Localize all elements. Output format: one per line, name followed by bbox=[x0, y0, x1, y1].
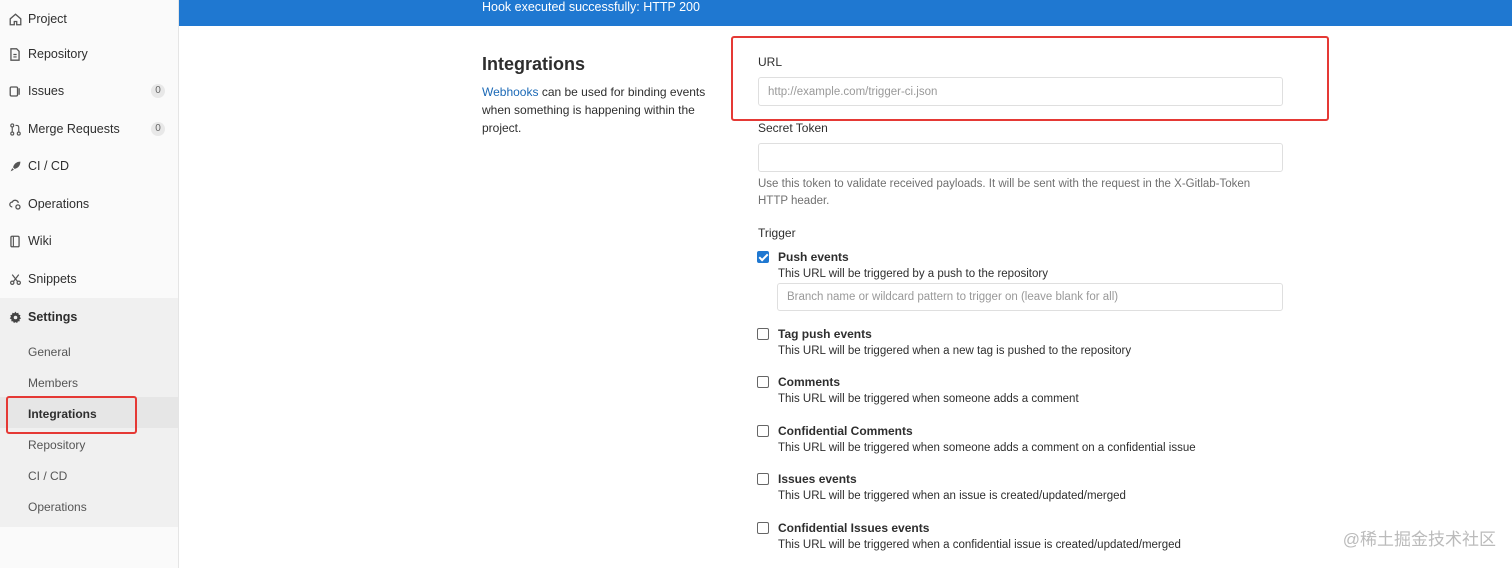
flash-message: Hook executed successfully: HTTP 200 bbox=[482, 0, 700, 14]
page-description: Webhooks can be used for binding events … bbox=[482, 83, 732, 137]
tag-push-events-checkbox[interactable] bbox=[757, 328, 769, 340]
settings-sub-ci-cd[interactable]: CI / CD bbox=[28, 466, 67, 486]
secret-token-help: Use this token to validate received payl… bbox=[758, 178, 1251, 207]
confidential-issues-events-checkbox[interactable] bbox=[757, 522, 769, 534]
sidebar-item-repository[interactable]: Repository bbox=[0, 35, 178, 73]
trigger-title: Confidential Issues events bbox=[778, 521, 930, 535]
file-icon bbox=[8, 47, 22, 61]
integrations-highlight-annotation bbox=[6, 396, 137, 434]
trigger-title: Push events bbox=[778, 250, 849, 264]
settings-sub-general[interactable]: General bbox=[28, 342, 71, 362]
trigger-desc: This URL will be triggered when an issue… bbox=[778, 490, 1126, 502]
flash-success-banner: Hook executed successfully: HTTP 200 bbox=[179, 0, 1512, 26]
book-icon bbox=[8, 234, 22, 248]
page-title: Integrations bbox=[482, 54, 586, 74]
webhooks-link[interactable]: Webhooks bbox=[482, 85, 538, 99]
sidebar-item-label: CI / CD bbox=[28, 159, 69, 173]
trigger-desc: This URL will be triggered when a confid… bbox=[778, 539, 1181, 551]
confidential-comments-checkbox[interactable] bbox=[757, 425, 769, 437]
home-icon bbox=[8, 12, 22, 26]
sidebar-item-label: Project bbox=[28, 12, 67, 26]
url-input[interactable] bbox=[758, 77, 1283, 106]
url-label: URL bbox=[758, 55, 783, 69]
branch-filter-input[interactable] bbox=[777, 283, 1283, 311]
sidebar-item-label: Merge Requests bbox=[28, 122, 120, 136]
sidebar-item-operations[interactable]: Operations bbox=[0, 185, 178, 223]
secret-token-label: Secret Token bbox=[758, 121, 828, 135]
sidebar-item-settings[interactable]: Settings bbox=[0, 298, 178, 336]
trigger-desc: This URL will be triggered when someone … bbox=[778, 442, 1196, 454]
push-events-checkbox[interactable] bbox=[757, 251, 769, 263]
trigger-desc: This URL will be triggered when a new ta… bbox=[778, 345, 1132, 357]
sidebar-item-snippets[interactable]: Snippets bbox=[0, 260, 178, 298]
sidebar-item-label: Settings bbox=[28, 310, 78, 324]
trigger-desc: This URL will be triggered by a push to … bbox=[778, 268, 1048, 280]
sidebar-item-label: Operations bbox=[28, 197, 90, 211]
sidebar-item-ci-cd[interactable]: CI / CD bbox=[0, 147, 178, 185]
issues-icon bbox=[8, 84, 22, 98]
scissors-icon bbox=[8, 272, 22, 286]
issues-count-badge: 0 bbox=[151, 84, 165, 98]
settings-sub-repository[interactable]: Repository bbox=[28, 435, 85, 455]
watermark: @稀土掘金技术社区 bbox=[1342, 530, 1496, 549]
gear-icon bbox=[8, 310, 22, 324]
cloud-gear-icon bbox=[8, 197, 22, 211]
settings-sub-members[interactable]: Members bbox=[28, 373, 78, 393]
trigger-desc: This URL will be triggered when someone … bbox=[778, 393, 1079, 405]
trigger-title: Tag push events bbox=[778, 327, 872, 341]
issues-events-checkbox[interactable] bbox=[757, 473, 769, 485]
secret-token-input[interactable] bbox=[758, 143, 1283, 172]
trigger-label: Trigger bbox=[758, 226, 796, 240]
merge-request-icon bbox=[8, 122, 22, 136]
trigger-title: Confidential Comments bbox=[778, 424, 913, 438]
sidebar-item-merge-requests[interactable]: Merge Requests 0 bbox=[0, 110, 178, 148]
trigger-title: Comments bbox=[778, 375, 841, 389]
sidebar-item-label: Issues bbox=[28, 84, 65, 98]
sidebar-item-label: Repository bbox=[28, 47, 88, 61]
sidebar-item-label: Wiki bbox=[28, 234, 52, 248]
sidebar-item-issues[interactable]: Issues 0 bbox=[0, 72, 178, 110]
sidebar: Project Repository Issues 0 Merge Reques… bbox=[0, 0, 179, 568]
comments-checkbox[interactable] bbox=[757, 376, 769, 388]
settings-sub-operations[interactable]: Operations bbox=[28, 497, 87, 517]
sidebar-item-project[interactable]: Project bbox=[0, 0, 178, 38]
trigger-title: Issues events bbox=[778, 472, 857, 486]
sidebar-item-wiki[interactable]: Wiki bbox=[0, 222, 178, 260]
rocket-icon bbox=[8, 159, 22, 173]
sidebar-item-label: Snippets bbox=[28, 272, 77, 286]
merge-requests-count-badge: 0 bbox=[151, 122, 165, 136]
